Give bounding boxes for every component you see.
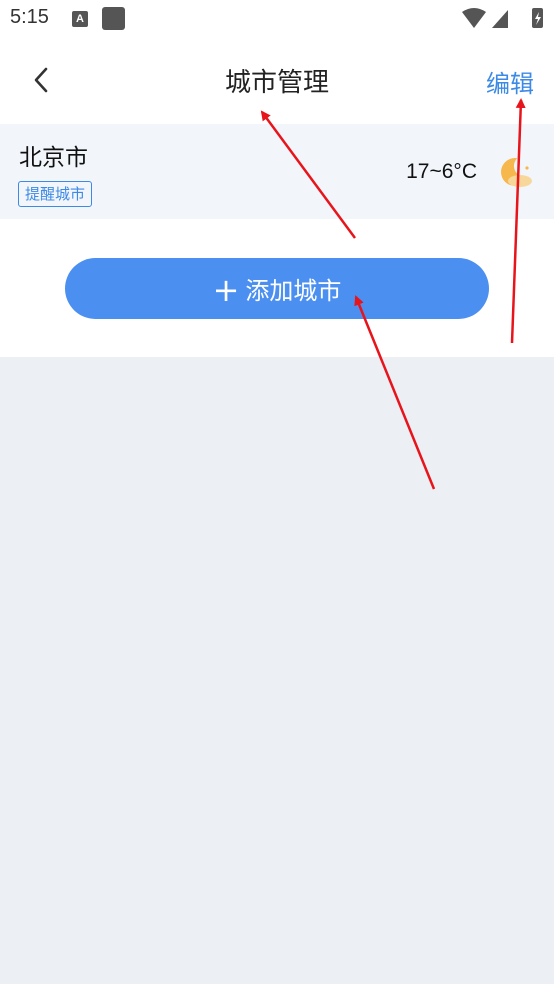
status-icons [460, 6, 546, 30]
edit-button[interactable]: 编辑 [486, 64, 534, 99]
notification-a-icon: A [72, 11, 88, 27]
wifi-icon [462, 8, 486, 28]
page-title: 城市管理 [224, 68, 329, 98]
plus-icon: + [212, 271, 240, 309]
add-city-button[interactable]: + 添加城市 [65, 258, 489, 319]
signal-icon [492, 10, 508, 28]
remind-city-tag: 提醒城市 [18, 181, 92, 207]
status-time: 5:15 [10, 6, 49, 28]
temperature-range: 17~6°C [406, 160, 477, 183]
city-name: 北京市 [19, 145, 88, 171]
status-bar: 5:15 A [0, 0, 554, 38]
city-list-item[interactable]: 北京市 提醒城市 17~6°C [0, 124, 554, 219]
header: 城市管理 编辑 [0, 52, 554, 108]
moon-cloud-icon [501, 155, 536, 187]
notification-square-icon [102, 7, 125, 30]
add-city-label: 添加城市 [245, 277, 342, 305]
